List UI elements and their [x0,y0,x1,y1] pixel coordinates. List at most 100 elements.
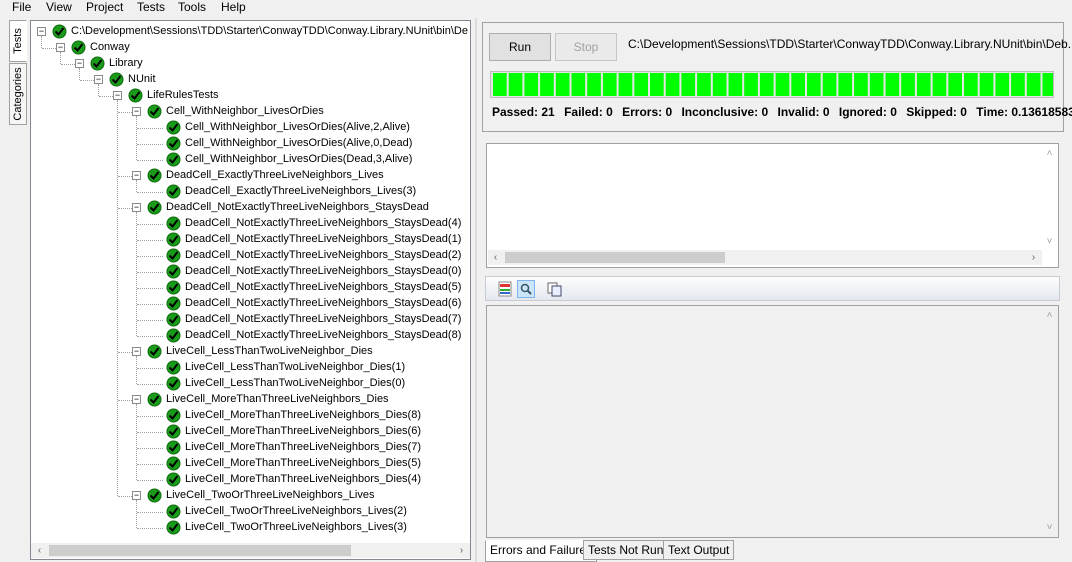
tree-node[interactable]: DeadCell_NotExactlyThreeLiveNeighbors_St… [31,328,470,344]
tree-node[interactable]: DeadCell_NotExactlyThreeLiveNeighbors_St… [31,312,470,328]
menu-tools[interactable]: Tools [178,0,206,14]
tree-node-label: DeadCell_NotExactlyThreeLiveNeighbors_St… [185,265,462,277]
progress-segment [508,73,523,96]
progress-segment [634,73,648,96]
tree-node[interactable]: − Cell_WithNeighbor_LivesOrDies [31,104,470,120]
tree-node[interactable]: LiveCell_MoreThanThreeLiveNeighbors_Dies… [31,456,470,472]
tree-node[interactable]: LiveCell_MoreThanThreeLiveNeighbors_Dies… [31,424,470,440]
collapse-toggle-icon[interactable]: − [132,491,141,500]
test-tree[interactable]: − C:\Development\Sessions\TDD\Starter\Con… [30,20,471,560]
progress-segment [838,73,853,96]
collapse-toggle-icon[interactable]: − [94,75,103,84]
test-passed-check-icon [166,360,181,375]
scroll-up-icon[interactable]: ˄ [1042,146,1057,161]
tree-node[interactable]: Cell_WithNeighbor_LivesOrDies(Alive,2,Al… [31,120,470,136]
run-button[interactable]: Run [489,33,551,61]
tab-tests[interactable]: Tests [9,20,27,62]
tree-node[interactable]: LiveCell_TwoOrThreeLiveNeighbors_Lives(3… [31,520,470,536]
tree-node[interactable]: DeadCell_NotExactlyThreeLiveNeighbors_St… [31,280,470,296]
failed-count: Failed: 0 [564,105,613,119]
collapse-toggle-icon[interactable]: − [132,171,141,180]
progress-segment [759,73,774,96]
collapse-toggle-icon[interactable]: − [37,27,46,36]
test-passed-check-icon [166,232,181,247]
failure-detail-pane[interactable]: ˄ ˅ [486,305,1059,538]
collapse-toggle-icon[interactable]: − [132,107,141,116]
status-summary: Passed: 21 Failed: 0 Errors: 0 Inconclus… [492,105,1072,119]
tree-node[interactable]: − LiveCell_TwoOrThreeLiveNeighbors_Lives [31,488,470,504]
tree-node[interactable]: − LifeRulesTests [31,88,470,104]
magnifier-icon[interactable] [517,280,535,298]
collapse-toggle-icon[interactable]: − [56,43,65,52]
tree-node[interactable]: − Library [31,56,470,72]
stack-trace-icon[interactable] [496,280,514,298]
error-list-horizontal-scrollbar[interactable]: ‹ › [488,250,1042,265]
tree-node[interactable]: LiveCell_TwoOrThreeLiveNeighbors_Lives(2… [31,504,470,520]
tree-node[interactable]: − DeadCell_ExactlyThreeLiveNeighbors_Live… [31,168,470,184]
progress-segment [587,73,601,96]
tree-node[interactable]: LiveCell_MoreThanThreeLiveNeighbors_Dies… [31,440,470,456]
collapse-toggle-icon[interactable]: − [132,203,141,212]
test-passed-check-icon [166,280,181,295]
progress-bar [490,71,1054,98]
collapse-toggle-icon[interactable]: − [132,347,141,356]
scroll-right-icon[interactable]: › [454,543,469,558]
error-list-scroll-thumb[interactable] [505,252,725,263]
progress-segment [916,73,931,96]
menu-view[interactable]: View [46,0,72,14]
tree-node[interactable]: − C:\Development\Sessions\TDD\Starter\Con… [31,24,470,40]
tree-horizontal-scrollbar[interactable]: ‹ › [31,543,470,558]
tree-node[interactable]: LiveCell_LessThanTwoLiveNeighbor_Dies(0) [31,376,470,392]
tree-node-label: Cell_WithNeighbor_LivesOrDies(Dead,3,Ali… [185,153,413,165]
tree-node-label: Conway [90,41,130,53]
progress-segment [602,73,617,96]
test-passed-check-icon [166,376,181,391]
tree-scroll-thumb[interactable] [49,545,351,556]
collapse-toggle-icon[interactable]: − [113,91,122,100]
tree-node-label: DeadCell_NotExactlyThreeLiveNeighbors_St… [185,329,462,341]
tree-node[interactable]: − LiveCell_LessThanTwoLiveNeighbor_Dies [31,344,470,360]
scroll-right-icon[interactable]: › [1026,250,1041,265]
tree-node[interactable]: DeadCell_NotExactlyThreeLiveNeighbors_St… [31,296,470,312]
progress-segment [540,73,554,96]
collapse-toggle-icon[interactable]: − [75,59,84,68]
tree-node[interactable]: Cell_WithNeighbor_LivesOrDies(Alive,0,De… [31,136,470,152]
test-passed-check-icon [166,184,181,199]
tree-node[interactable]: DeadCell_NotExactlyThreeLiveNeighbors_St… [31,232,470,248]
tree-node[interactable]: Cell_WithNeighbor_LivesOrDies(Dead,3,Ali… [31,152,470,168]
tree-node[interactable]: LiveCell_MoreThanThreeLiveNeighbors_Dies… [31,472,470,488]
progress-segment [681,73,696,96]
tab-tests-not-run[interactable]: Tests Not Run [583,540,669,560]
scroll-left-icon[interactable]: ‹ [488,250,503,265]
tree-node[interactable]: LiveCell_MoreThanThreeLiveNeighbors_Dies… [31,408,470,424]
collapse-toggle-icon[interactable]: − [132,395,141,404]
scroll-left-icon[interactable]: ‹ [32,543,47,558]
tree-node[interactable]: DeadCell_ExactlyThreeLiveNeighbors_Lives… [31,184,470,200]
tree-node[interactable]: − Conway [31,40,470,56]
tree-node[interactable]: DeadCell_NotExactlyThreeLiveNeighbors_St… [31,264,470,280]
tree-node[interactable]: DeadCell_NotExactlyThreeLiveNeighbors_St… [31,248,470,264]
copy-icon[interactable] [546,280,564,298]
progress-segment [948,73,962,96]
progress-segment [1042,73,1053,96]
scroll-up-icon[interactable]: ˄ [1042,308,1057,323]
menu-file[interactable]: File [12,0,31,14]
test-passed-check-icon [147,104,162,119]
stop-button[interactable]: Stop [555,33,617,61]
scroll-down-icon[interactable]: ˅ [1042,520,1057,535]
panel-splitter[interactable] [475,18,477,562]
tab-text-output[interactable]: Text Output [663,540,735,560]
tree-node[interactable]: DeadCell_NotExactlyThreeLiveNeighbors_St… [31,216,470,232]
tab-errors-and-failures[interactable]: Errors and Failures [485,540,598,562]
tree-node[interactable]: − NUnit [31,72,470,88]
menu-project[interactable]: Project [86,0,123,14]
tree-node[interactable]: − LiveCell_MoreThanThreeLiveNeighbors_Die… [31,392,470,408]
scroll-down-icon[interactable]: ˅ [1042,234,1057,249]
progress-segment [524,73,539,96]
menu-help[interactable]: Help [221,0,246,14]
tree-node[interactable]: LiveCell_LessThanTwoLiveNeighbor_Dies(1) [31,360,470,376]
tab-categories[interactable]: Categories [9,63,27,125]
menu-tests[interactable]: Tests [137,0,165,14]
error-list[interactable]: ˄ ˅ ‹ › [486,143,1059,268]
tree-node[interactable]: − DeadCell_NotExactlyThreeLiveNeighbors_S… [31,200,470,216]
